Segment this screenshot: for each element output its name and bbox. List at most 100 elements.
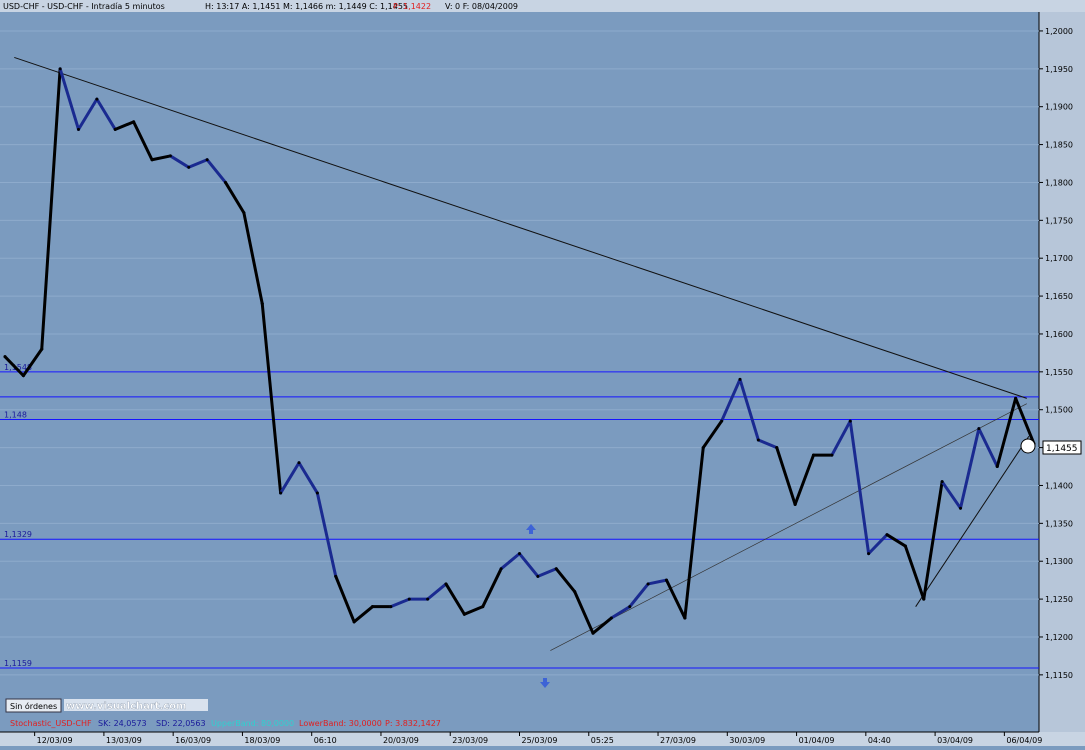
price-point xyxy=(573,590,577,594)
last-price-tag: 1,1455 xyxy=(1042,440,1082,455)
price-point xyxy=(205,158,209,162)
indicator-lower: LowerBand: 30,0000 xyxy=(299,719,382,728)
x-tick-label: 27/03/09 xyxy=(660,736,696,745)
price-point xyxy=(848,419,852,423)
y-tick-label: 1,1550 xyxy=(1045,368,1073,377)
y-tick-label: 1,1900 xyxy=(1045,103,1073,112)
indicator-upper: UpperBand: 80,0000 xyxy=(211,719,294,728)
price-point xyxy=(371,605,374,609)
price-point xyxy=(959,506,962,510)
indicator-sk: SK: 24,0573 xyxy=(98,719,147,728)
price-point xyxy=(867,552,871,556)
price-point xyxy=(242,211,246,215)
price-point xyxy=(334,574,338,578)
price-point xyxy=(885,533,889,537)
chart-background xyxy=(0,0,1085,746)
price-chart[interactable]: USD-CHF - USD-CHF - Intradía 5 minutos H… xyxy=(0,0,1085,746)
y-tick-label: 1,1700 xyxy=(1045,254,1073,263)
price-point xyxy=(665,578,668,582)
y-tick-label: 1,1600 xyxy=(1045,330,1073,339)
price-point xyxy=(591,631,595,635)
indicator-p: P: 3.832,1427 xyxy=(385,719,441,728)
price-point xyxy=(756,438,760,442)
y-tick-label: 1,1150 xyxy=(1045,671,1073,680)
watermark-text: www.visualchart.com xyxy=(66,701,187,712)
price-point xyxy=(95,97,99,101)
price-point xyxy=(481,605,485,609)
y-tick-label: 1,1950 xyxy=(1045,65,1073,74)
x-tick-label: 13/03/09 xyxy=(106,736,142,745)
x-tick-label: 12/03/09 xyxy=(37,736,73,745)
x-tick-label: 05:25 xyxy=(591,736,614,745)
price-point xyxy=(775,446,779,450)
price-point xyxy=(646,582,650,586)
price-point xyxy=(518,552,521,556)
x-tick-label: 25/03/09 xyxy=(522,736,558,745)
price-point xyxy=(132,120,136,124)
price-point xyxy=(738,377,742,381)
y-tick-label: 1,1350 xyxy=(1045,519,1073,528)
price-point xyxy=(793,502,797,506)
price-point xyxy=(995,465,999,469)
x-tick-label: 06/04/09 xyxy=(1006,736,1042,745)
price-point xyxy=(224,180,227,184)
y-tick-label: 1,1250 xyxy=(1045,595,1073,604)
price-point xyxy=(426,597,430,601)
indicator-sd: SD: 22,0563 xyxy=(156,719,206,728)
price-point xyxy=(279,491,283,495)
price-point xyxy=(903,544,907,548)
price-point xyxy=(150,158,154,162)
level-label: 1,148 xyxy=(4,411,27,420)
orders-button-label: Sin órdenes xyxy=(10,701,57,711)
price-point xyxy=(720,419,724,423)
price-point xyxy=(683,616,687,620)
price-point xyxy=(922,597,926,601)
price-point xyxy=(830,453,834,457)
y-tick-label: 1,1850 xyxy=(1045,141,1073,150)
price-point xyxy=(113,127,117,131)
price-point xyxy=(554,567,558,571)
price-point xyxy=(21,374,25,378)
price-point xyxy=(1014,396,1018,400)
price-point xyxy=(187,165,191,169)
price-point xyxy=(609,616,613,620)
price-point xyxy=(58,67,62,71)
price-point xyxy=(315,491,319,495)
price-point xyxy=(536,574,540,578)
x-tick-label: 06:10 xyxy=(314,736,337,745)
y-tick-label: 1,1400 xyxy=(1045,481,1073,490)
price-point xyxy=(389,605,393,609)
price-point xyxy=(407,597,411,601)
price-point xyxy=(628,605,632,609)
x-tick-label: 01/04/09 xyxy=(799,736,835,745)
level-label: 1,1159 xyxy=(4,659,32,668)
x-tick-label: 30/03/09 xyxy=(729,736,765,745)
price-point xyxy=(940,480,944,484)
header-values: H: 13:17 A: 1,1451 M: 1,1466 m: 1,1449 C… xyxy=(205,2,408,11)
y-tick-label: 1,1500 xyxy=(1045,406,1073,415)
price-point xyxy=(260,302,264,306)
price-point xyxy=(977,427,981,431)
price-point xyxy=(352,620,356,624)
y-tick-label: 1,1650 xyxy=(1045,292,1073,301)
header-p-value: P: 1,1422 xyxy=(393,2,431,11)
price-point xyxy=(297,461,301,465)
header-symbol: USD-CHF - USD-CHF - Intradía 5 minutos xyxy=(3,2,165,11)
price-point xyxy=(462,612,466,616)
y-tick-label: 1,1800 xyxy=(1045,178,1073,187)
x-tick-label: 04:40 xyxy=(868,736,891,745)
last-price-label: 1,1455 xyxy=(1046,444,1078,454)
y-tick-label: 1,1300 xyxy=(1045,557,1073,566)
y-tick-label: 1,2000 xyxy=(1045,27,1073,36)
indicator-name: Stochastic_USD-CHF xyxy=(10,719,92,728)
header-tail: V: 0 F: 08/04/2009 xyxy=(445,2,518,11)
cursor-hand-icon xyxy=(1020,438,1036,454)
y-tick-label: 1,1750 xyxy=(1045,216,1073,225)
x-tick-label: 16/03/09 xyxy=(175,736,211,745)
level-label: 1,1329 xyxy=(4,530,32,539)
price-point xyxy=(701,446,705,450)
x-tick-label: 03/04/09 xyxy=(937,736,973,745)
price-point xyxy=(499,567,503,571)
x-tick-label: 20/03/09 xyxy=(383,736,419,745)
price-point xyxy=(40,347,44,351)
